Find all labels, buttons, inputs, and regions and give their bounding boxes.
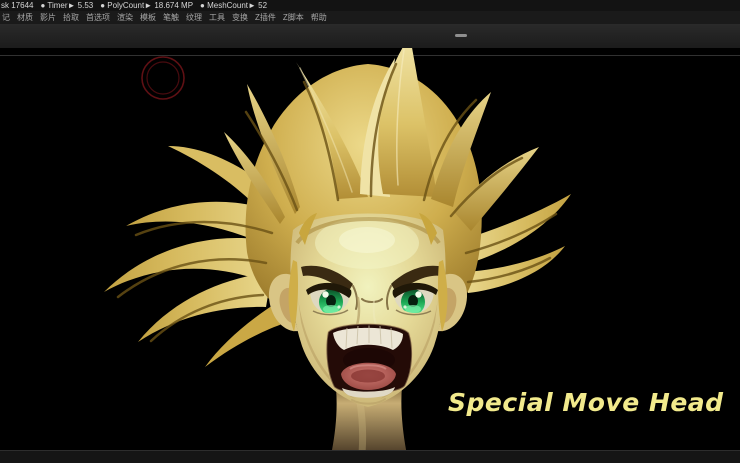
menu-item-zscript[interactable]: Z脚本 bbox=[283, 12, 304, 23]
menu-item-help[interactable]: 帮助 bbox=[311, 12, 327, 23]
status-timer: ● Timer► 5.53 bbox=[40, 0, 93, 11]
app-window: sk 17644 ● Timer► 5.53 ● PolyCount► 18.6… bbox=[0, 0, 740, 463]
document-canvas[interactable]: Special Move Head bbox=[0, 48, 740, 450]
top-shelf bbox=[0, 24, 740, 48]
brush-cursor bbox=[142, 57, 184, 99]
menu-item-stencil[interactable]: 模板 bbox=[140, 12, 156, 23]
menu-item-preferences[interactable]: 首选项 bbox=[86, 12, 110, 23]
menu-item-tool[interactable]: 工具 bbox=[209, 12, 225, 23]
menu-item-movie[interactable]: 影片 bbox=[40, 12, 56, 23]
status-meshcount: ● MeshCount► 52 bbox=[200, 0, 267, 11]
menu-item-picker[interactable]: 拾取 bbox=[63, 12, 79, 23]
menu-item-marker[interactable]: 记 bbox=[2, 12, 10, 23]
viewport-caption: Special Move Head bbox=[448, 388, 724, 417]
status-bar: sk 17644 ● Timer► 5.53 ● PolyCount► 18.6… bbox=[0, 0, 740, 11]
menu-item-zplugin[interactable]: Z插件 bbox=[255, 12, 276, 23]
menu-item-texture[interactable]: 纹理 bbox=[186, 12, 202, 23]
menu-item-render[interactable]: 渲染 bbox=[117, 12, 133, 23]
shelf-divider-handle[interactable] bbox=[455, 34, 467, 37]
bottom-tray-bar bbox=[0, 450, 740, 463]
menu-item-stroke[interactable]: 笔触 bbox=[163, 12, 179, 23]
status-polycount: ● PolyCount► 18.674 MP bbox=[100, 0, 193, 11]
menu-item-material[interactable]: 材质 bbox=[17, 12, 33, 23]
menu-bar: 记 材质 影片 拾取 首选项 渲染 模板 笔触 纹理 工具 变换 Z插件 Z脚本… bbox=[0, 11, 740, 24]
menu-item-transform[interactable]: 变换 bbox=[232, 12, 248, 23]
status-disk: sk 17644 bbox=[1, 0, 33, 11]
